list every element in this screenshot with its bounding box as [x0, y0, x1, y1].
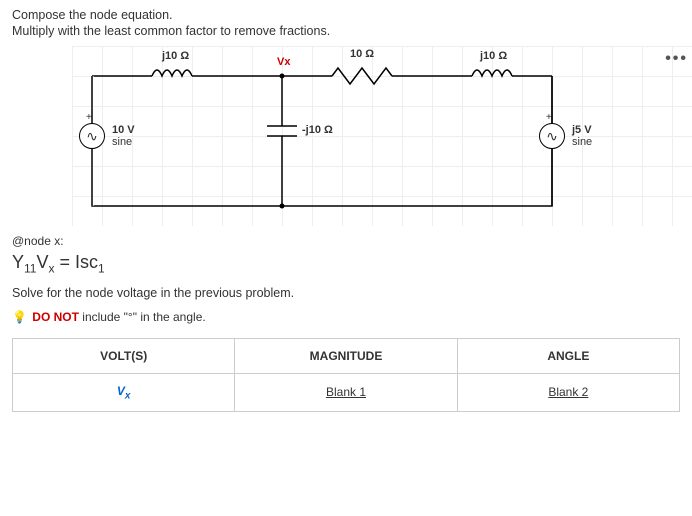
table-header-row: VOLT(S) MAGNITUDE ANGLE: [13, 338, 680, 373]
cell-volts: Vx: [13, 373, 235, 411]
source-right-icon: [539, 123, 565, 149]
label-vx: Vx: [277, 56, 290, 68]
label-src-left-v: 10 V: [112, 124, 135, 136]
label-src-left-type: sine: [112, 136, 132, 148]
label-src-right-type: sine: [572, 136, 592, 148]
label-10ohm: 10 Ω: [350, 48, 374, 60]
circuit-diagram: ••• j10 Ω Vx 10 Ω j10: [72, 46, 692, 226]
label-cap: -j10 Ω: [302, 124, 333, 136]
solve-instruction: Solve for the node voltage in the previo…: [12, 286, 680, 300]
th-volts: VOLT(S): [13, 338, 235, 373]
donot-warning: 💡 DO NOT include "°" in the angle.: [12, 310, 680, 324]
equation: Y11Vx = Isc1: [12, 252, 680, 276]
th-magnitude: MAGNITUDE: [235, 338, 457, 373]
node-label: @node x:: [12, 234, 680, 248]
answer-table: VOLT(S) MAGNITUDE ANGLE Vx Blank 1 Blank…: [12, 338, 680, 412]
circuit-wires: [72, 46, 692, 226]
label-j10-right: j10 Ω: [480, 50, 507, 62]
donot-rest: include "°" in the angle.: [79, 310, 206, 324]
plus-right: +: [546, 112, 552, 123]
bulb-icon: 💡: [12, 310, 27, 324]
label-j10-left: j10 Ω: [162, 50, 189, 62]
donot-bold: DO NOT: [32, 310, 79, 324]
blank-2[interactable]: Blank 2: [548, 385, 588, 399]
blank-1[interactable]: Blank 1: [326, 385, 366, 399]
label-src-right-v: j5 V: [572, 124, 592, 136]
cell-angle[interactable]: Blank 2: [457, 373, 679, 411]
source-left-icon: [79, 123, 105, 149]
cell-magnitude[interactable]: Blank 1: [235, 373, 457, 411]
th-angle: ANGLE: [457, 338, 679, 373]
instruction-line-1: Compose the node equation.: [12, 8, 680, 22]
table-row: Vx Blank 1 Blank 2: [13, 373, 680, 411]
vx-symbol: Vx: [117, 384, 131, 398]
plus-left: +: [86, 112, 92, 123]
instruction-line-2: Multiply with the least common factor to…: [12, 24, 680, 38]
